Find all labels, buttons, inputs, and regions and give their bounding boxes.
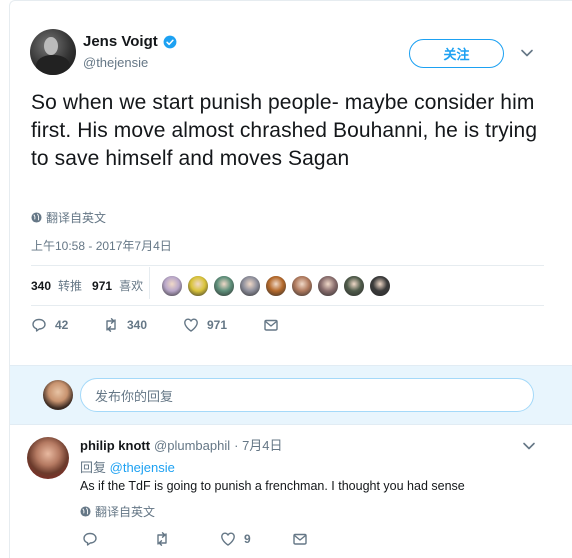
retweet-count: 340 [127, 318, 148, 332]
follow-button[interactable]: 关注 [409, 39, 504, 68]
divider [31, 305, 544, 306]
reply-reply-action[interactable] [82, 531, 154, 547]
liker-avatar[interactable] [343, 275, 365, 297]
reply-action[interactable]: 42 [31, 317, 103, 333]
like-stat-label[interactable]: 喜欢 [119, 277, 143, 294]
author-handle[interactable]: @thejensie [83, 55, 148, 70]
retweet-count-stat[interactable]: 340 [31, 279, 51, 293]
reply-like-action[interactable]: 9 [220, 531, 292, 547]
replying-to-mention[interactable]: @thejensie [110, 460, 175, 475]
author-name-line[interactable]: Jens Voigt [83, 33, 177, 50]
reply-count: 42 [55, 318, 69, 332]
liker-avatar[interactable] [265, 275, 287, 297]
envelope-icon [264, 319, 278, 331]
tweet-actions: 42 340 971 [31, 317, 279, 333]
reply-text: As if the TdF is going to punish a frenc… [80, 479, 465, 493]
divider [31, 265, 544, 266]
tweet-text: So when we start punish people- maybe co… [31, 91, 538, 170]
reply-like-count: 9 [244, 532, 251, 546]
retweet-icon [157, 532, 167, 546]
like-count-stat[interactable]: 971 [92, 279, 112, 293]
liker-avatar[interactable] [187, 275, 209, 297]
liker-avatar[interactable] [161, 275, 183, 297]
reply-header: philip knott @plumbaphil · 7月4日 [80, 435, 283, 454]
like-count: 971 [207, 318, 228, 332]
reply-input[interactable]: 发布你的回复 [80, 378, 534, 412]
retweet-icon [106, 318, 116, 332]
author-display-name[interactable]: Jens Voigt [83, 33, 158, 50]
retweet-stat-label[interactable]: 转推 [58, 277, 82, 294]
tweet-stats: 340 转推 971 喜欢 [31, 277, 143, 294]
replying-to: 回复 @thejensie [80, 457, 175, 476]
reply-author-handle[interactable]: @plumbaphil [154, 438, 230, 453]
globe-icon [80, 506, 91, 517]
chevron-down-icon[interactable] [520, 46, 534, 60]
liker-avatar[interactable] [317, 275, 339, 297]
verified-badge-icon [163, 35, 177, 48]
liker-avatar[interactable] [239, 275, 261, 297]
translate-label[interactable]: 翻译自英文 [46, 209, 106, 226]
heart-icon [221, 532, 235, 546]
tweet-modal: Jens Voigt @thejensie 关注 So when we star… [9, 0, 572, 558]
globe-icon [31, 212, 42, 223]
reply-author-name[interactable]: philip knott [80, 438, 150, 453]
envelope-icon [293, 533, 307, 545]
like-action[interactable]: 971 [183, 317, 263, 333]
reply-translate-link[interactable]: 翻译自英文 [80, 503, 155, 520]
replying-to-prefix: 回复 [80, 460, 107, 475]
reply-icon [83, 532, 97, 546]
reply-author-avatar[interactable] [27, 437, 69, 479]
stat-divider [149, 267, 150, 299]
liker-avatar[interactable] [369, 275, 391, 297]
translate-link[interactable]: 翻译自英文 [31, 209, 106, 226]
reply-actions: 9 [82, 531, 308, 547]
reply-dm-action[interactable] [292, 531, 308, 547]
liker-avatar[interactable] [291, 275, 313, 297]
reply-composer: 发布你的回复 [10, 365, 572, 425]
reply-translate-label[interactable]: 翻译自英文 [95, 503, 155, 520]
current-user-avatar [43, 380, 73, 410]
liker-avatars [161, 275, 391, 297]
retweet-action[interactable]: 340 [103, 317, 183, 333]
heart-icon [184, 318, 198, 332]
liker-avatar[interactable] [213, 275, 235, 297]
chevron-down-icon[interactable] [522, 439, 536, 453]
tweet-timestamp[interactable]: 上午10:58 - 2017年7月4日 [31, 237, 172, 254]
reply-icon [32, 318, 46, 332]
direct-message-action[interactable] [263, 317, 279, 333]
author-avatar[interactable] [30, 29, 76, 75]
reply-retweet-action[interactable] [154, 531, 220, 547]
reply-date[interactable]: · 7月4日 [234, 435, 282, 454]
